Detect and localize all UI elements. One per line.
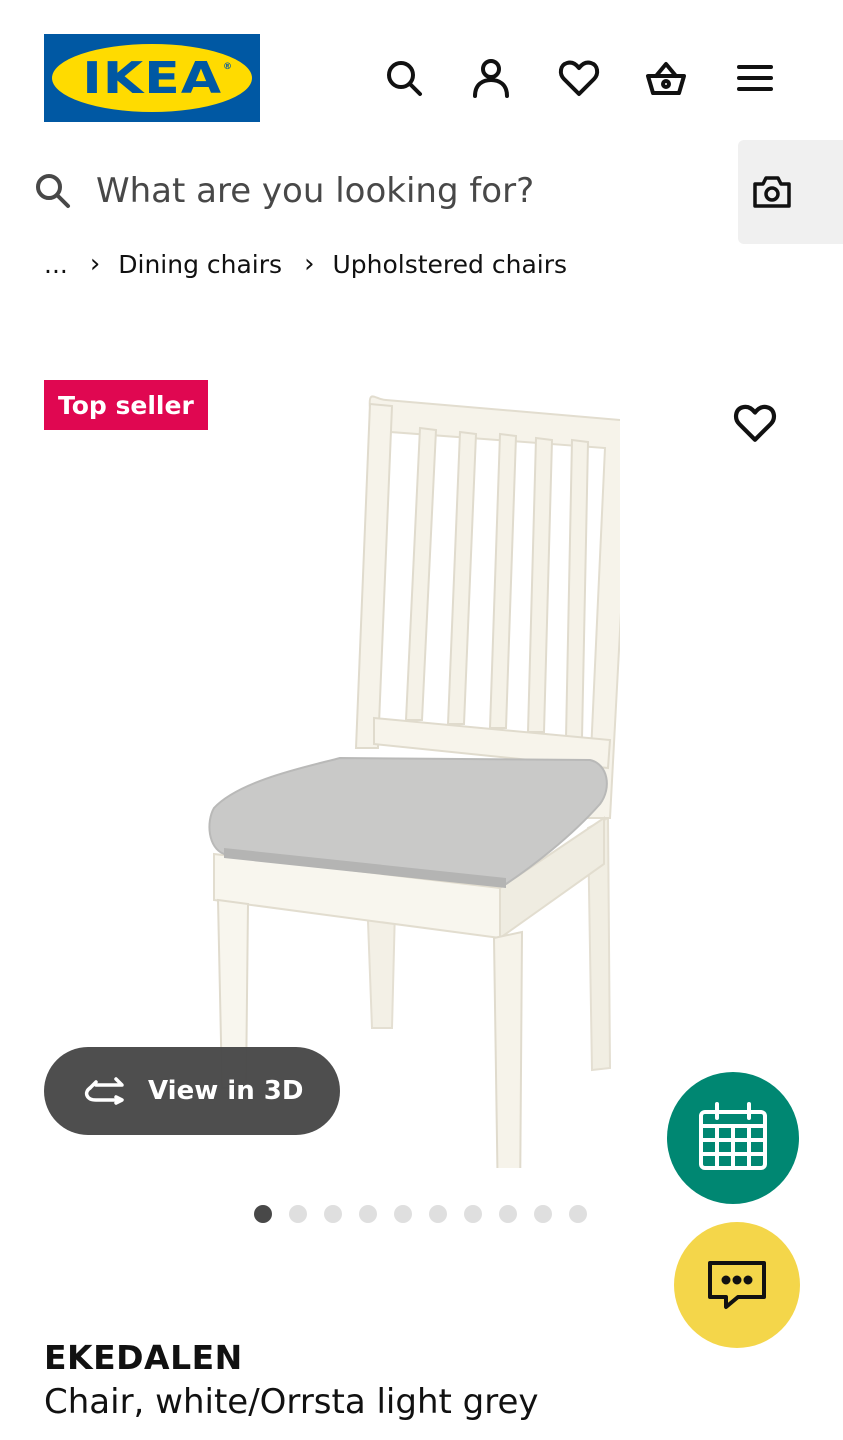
account-icon[interactable] bbox=[469, 56, 513, 100]
rotate-3d-icon bbox=[84, 1077, 124, 1105]
visual-search-button[interactable] bbox=[738, 140, 843, 244]
pagination-dot[interactable] bbox=[359, 1205, 377, 1223]
product-description: Chair, white/Orrsta light grey bbox=[44, 1382, 539, 1422]
calendar-icon bbox=[699, 1102, 767, 1170]
pagination-dot[interactable] bbox=[289, 1205, 307, 1223]
product-image-gallery[interactable]: Top seller View in 3D bbox=[0, 300, 843, 1223]
chat-icon bbox=[708, 1261, 766, 1309]
view-in-3d-button[interactable]: View in 3D bbox=[44, 1047, 340, 1135]
breadcrumb-separator: › bbox=[304, 249, 315, 279]
top-seller-badge: Top seller bbox=[44, 380, 208, 430]
favorites-heart-icon[interactable] bbox=[557, 56, 601, 100]
breadcrumb-separator: › bbox=[89, 249, 101, 279]
pagination-dot[interactable] bbox=[569, 1205, 587, 1223]
logo-oval: IKEA ® bbox=[52, 44, 252, 112]
book-appointment-button[interactable] bbox=[667, 1072, 799, 1204]
basket-icon[interactable] bbox=[644, 56, 688, 100]
pagination-dot[interactable] bbox=[534, 1205, 552, 1223]
heart-icon bbox=[733, 404, 777, 442]
menu-icon[interactable] bbox=[733, 56, 777, 100]
breadcrumb-upholstered-chairs[interactable]: Upholstered chairs bbox=[332, 250, 567, 279]
pagination-dot[interactable] bbox=[429, 1205, 447, 1223]
image-pagination bbox=[254, 1205, 587, 1223]
logo-text: IKEA bbox=[82, 52, 222, 104]
pagination-dot[interactable] bbox=[499, 1205, 517, 1223]
pagination-dot[interactable] bbox=[324, 1205, 342, 1223]
pagination-dot[interactable] bbox=[464, 1205, 482, 1223]
site-header: IKEA ® bbox=[0, 0, 843, 140]
breadcrumb: ... › Dining chairs › Upholstered chairs bbox=[44, 244, 567, 284]
search-bar bbox=[0, 140, 843, 244]
breadcrumb-ellipsis[interactable]: ... bbox=[44, 250, 68, 279]
logo-registered-mark: ® bbox=[223, 62, 232, 72]
ikea-logo[interactable]: IKEA ® bbox=[44, 34, 260, 122]
camera-icon bbox=[753, 176, 791, 208]
product-name: EKEDALEN bbox=[44, 1338, 243, 1377]
header-search-icon[interactable] bbox=[382, 56, 426, 100]
save-to-favorites-button[interactable] bbox=[732, 400, 778, 446]
pagination-dot[interactable] bbox=[254, 1205, 272, 1223]
customer-chat-button[interactable] bbox=[674, 1222, 800, 1348]
search-field-icon bbox=[32, 170, 74, 212]
breadcrumb-dining-chairs[interactable]: Dining chairs bbox=[118, 250, 282, 279]
search-input[interactable] bbox=[96, 162, 716, 220]
pagination-dot[interactable] bbox=[394, 1205, 412, 1223]
chair-product-image bbox=[208, 395, 620, 1168]
view-in-3d-label: View in 3D bbox=[148, 1076, 304, 1106]
